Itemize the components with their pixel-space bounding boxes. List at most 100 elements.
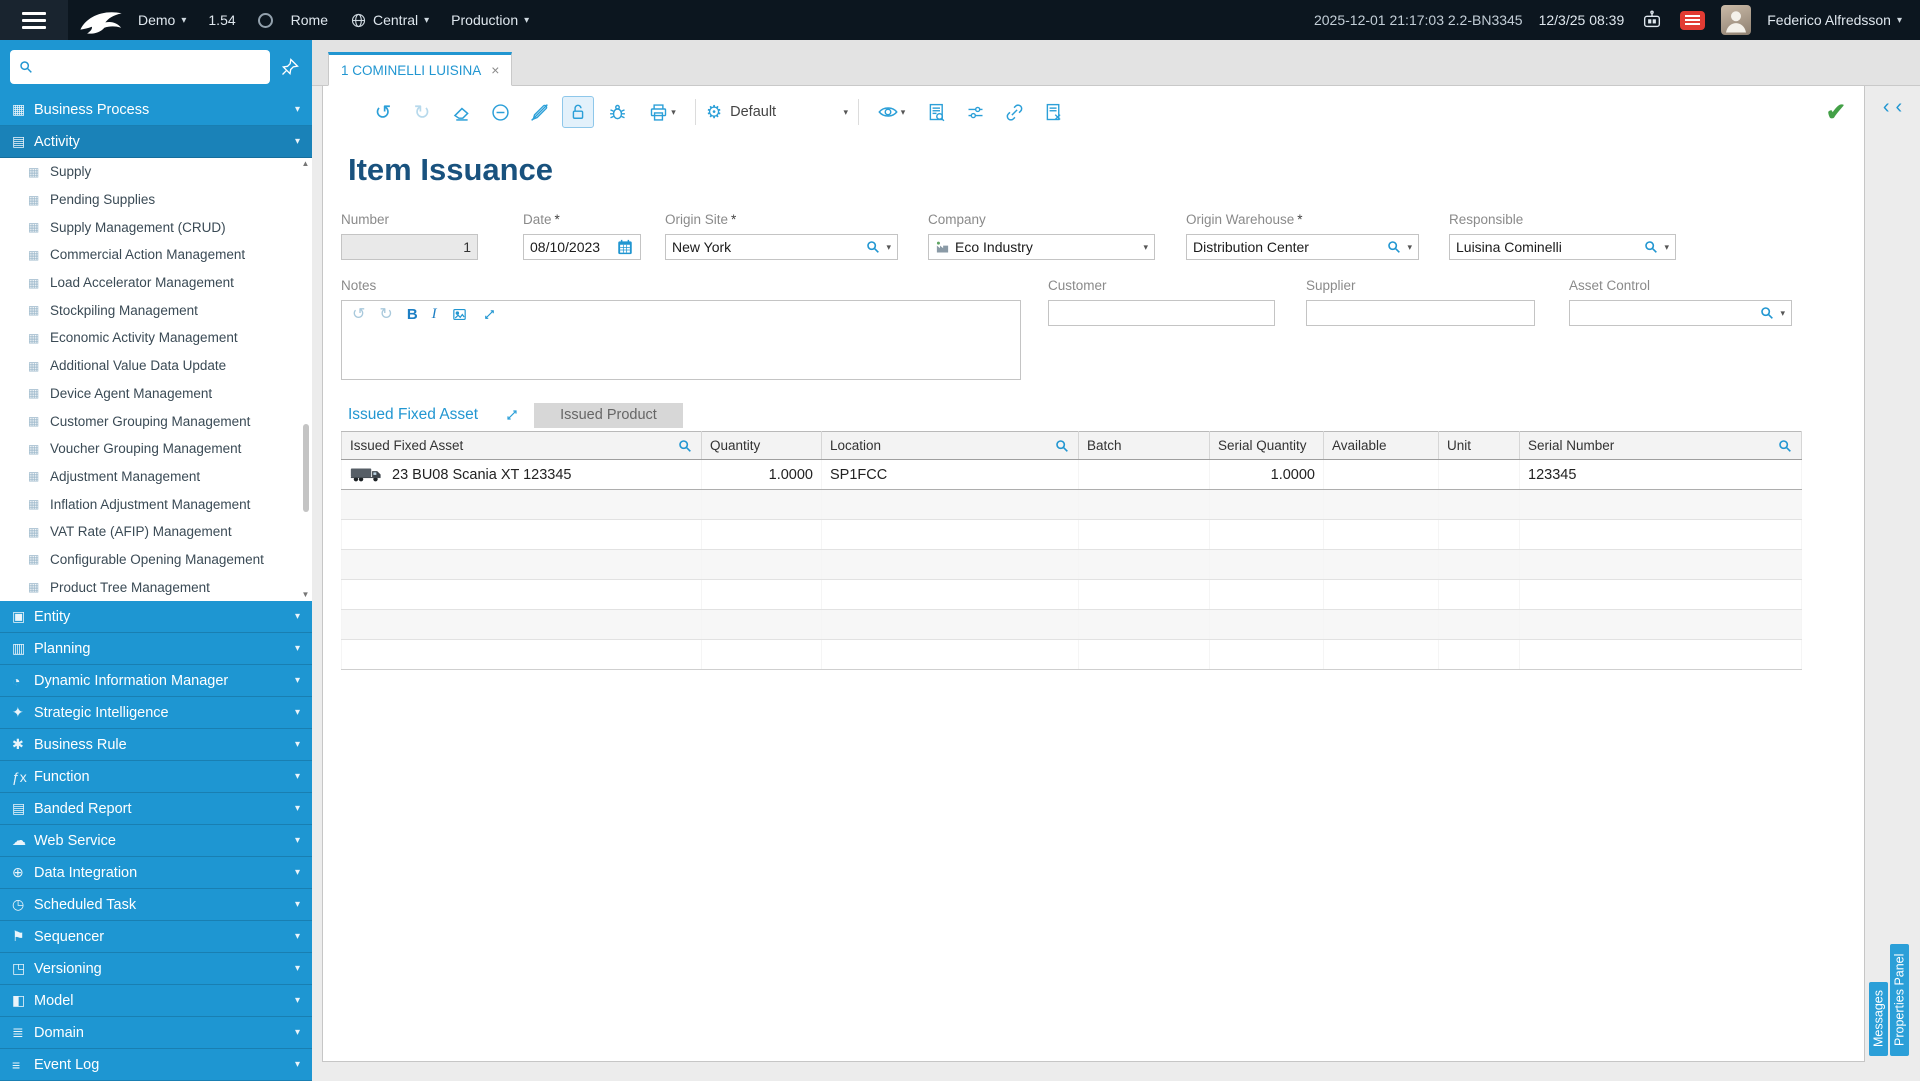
origin-site-input[interactable] [672,239,866,255]
layout-preset-dropdown[interactable]: ⚙ Default ▾ [706,102,848,123]
messages-panel-tab[interactable]: Messages [1869,982,1888,1056]
sidebar-item[interactable]: ◔ Dynamic Information Manager ▾ [0,665,312,697]
search-icon[interactable] [677,438,693,454]
link-icon[interactable] [998,96,1030,128]
scroll-down-icon[interactable]: ▼ [302,590,310,600]
responsible-lookup[interactable]: ▾ [1643,239,1669,255]
sidebar-item[interactable]: ▥ Planning ▾ [0,633,312,665]
submenu-scrollbar[interactable]: ▲ ▼ [300,159,311,600]
sidebar-item[interactable]: ◧ Model ▾ [0,985,312,1017]
submenu-item[interactable]: ▦ Economic Activity Management [0,324,312,352]
editor-redo-icon[interactable]: ↻ [379,304,392,324]
user-menu[interactable]: Federico Alfredsson ▾ [1767,12,1902,28]
sidebar-item[interactable]: ◷ Scheduled Task ▾ [0,889,312,921]
origin-site-lookup[interactable]: ▾ [865,239,891,255]
lock-open-icon[interactable] [562,96,594,128]
submenu-item[interactable]: ▦ Commercial Action Management [0,241,312,269]
pin-sidebar-icon[interactable] [276,53,304,81]
date-input[interactable] [530,239,616,255]
sidebar-item[interactable]: ≡ Event Log ▾ [0,1049,312,1081]
origin-warehouse-lookup[interactable]: ▾ [1386,239,1412,255]
sidebar-search-input[interactable] [40,59,262,75]
sidebar-item[interactable]: ✦ Strategic Intelligence ▾ [0,697,312,729]
redo-icon[interactable]: ↻ [406,96,438,128]
cell-batch[interactable] [1078,459,1210,490]
calendar-icon[interactable] [616,238,634,256]
sidebar-item[interactable]: ☁ Web Service ▾ [0,825,312,857]
sidebar-item[interactable]: ◳ Versioning ▾ [0,953,312,985]
asset-control-lookup[interactable]: ▾ [1759,305,1785,321]
sidebar-item[interactable]: ✱ Business Rule ▾ [0,729,312,761]
sidebar-item[interactable]: ƒx Function ▾ [0,761,312,793]
print-icon[interactable]: ▾ [640,96,684,128]
bold-icon[interactable]: B [407,306,418,323]
submenu-item[interactable]: ▦ Customer Grouping Management [0,407,312,435]
cell-available[interactable] [1323,459,1439,490]
cell-quantity[interactable]: 1.0000 [701,459,822,490]
no-edit-icon[interactable] [523,96,555,128]
submenu-item[interactable]: ▦ Supply [0,158,312,186]
submenu-item[interactable]: ▦ Load Accelerator Management [0,269,312,297]
print-preview-icon[interactable] [920,96,952,128]
sidebar-item[interactable]: ⚑ Sequencer ▾ [0,921,312,953]
debug-icon[interactable] [601,96,633,128]
submenu-item[interactable]: ▦ Supply Management (CRUD) [0,213,312,241]
submenu-item[interactable]: ▦ Stockpiling Management [0,296,312,324]
asset-control-input[interactable] [1576,305,1760,321]
submenu-item[interactable]: ▦ Inflation Adjustment Management [0,490,312,518]
confirm-check-icon[interactable]: ✔ [1826,98,1846,127]
region-dropdown[interactable]: Central ▾ [350,12,429,29]
search-icon[interactable] [1054,438,1070,454]
cell-issued-fixed-asset[interactable]: 23 BU08 Scania XT 123345 [341,459,702,490]
sidebar-item[interactable]: ⊕ Data Integration ▾ [0,857,312,889]
customer-input[interactable] [1055,305,1268,321]
sliders-icon[interactable] [959,96,991,128]
submenu-item[interactable]: ▦ Device Agent Management [0,380,312,408]
submenu-item[interactable]: ▦ Configurable Opening Management [0,546,312,574]
responsible-input[interactable] [1456,239,1644,255]
sidebar-item-activity[interactable]: ▤ Activity ▾ [0,126,312,158]
italic-icon[interactable]: I [432,306,437,323]
sidebar-item[interactable]: ≣ Domain ▾ [0,1017,312,1049]
submenu-scrollbar-thumb[interactable] [303,423,309,512]
expand-grid-icon[interactable] [504,407,520,423]
undo-icon[interactable]: ↺ [367,96,399,128]
grid-row[interactable]: 23 BU08 Scania XT 123345 1.0000 SP1FCC 1… [341,459,1802,490]
cell-serial-number[interactable]: 123345 [1519,459,1802,490]
origin-warehouse-input[interactable] [1193,239,1387,255]
submenu-item[interactable]: ▦ Product Tree Management [0,573,312,601]
expand-editor-icon[interactable] [482,307,497,322]
notes-input[interactable] [342,327,1020,379]
sidebar-item[interactable]: ▤ Banded Report ▾ [0,793,312,825]
remove-document-icon[interactable] [1037,96,1069,128]
user-avatar[interactable] [1721,5,1752,35]
cell-serial-quantity[interactable]: 1.0000 [1209,459,1324,490]
mode-dropdown[interactable]: Production ▾ [451,12,529,28]
scroll-up-icon[interactable]: ▲ [302,159,310,169]
submenu-item[interactable]: ▦ Voucher Grouping Management [0,435,312,463]
collapse-properties-panel-icon[interactable]: ‹ [1896,97,1903,117]
properties-panel-tab[interactable]: Properties Panel [1890,944,1909,1056]
submenu-item[interactable]: ▦ Additional Value Data Update [0,352,312,380]
document-tab[interactable]: 1 COMINELLI LUISINA × [328,52,513,86]
close-tab-icon[interactable]: × [491,62,499,78]
alerts-icon[interactable] [1680,10,1706,30]
search-icon[interactable] [1777,438,1793,454]
company-select[interactable]: Eco Industry ▾ [928,234,1155,260]
submenu-item[interactable]: ▦ Pending Supplies [0,186,312,214]
cell-unit[interactable] [1438,459,1520,490]
eraser-icon[interactable] [445,96,477,128]
view-options-icon[interactable]: ▾ [869,96,913,128]
submenu-item[interactable]: ▦ Adjustment Management [0,463,312,491]
sidebar-item-business-process[interactable]: ▦ Business Process ▾ [0,94,312,126]
cell-location[interactable]: SP1FCC [821,459,1079,490]
menu-toggle-button[interactable] [0,0,68,40]
supplier-input[interactable] [1313,305,1528,321]
environment-dropdown[interactable]: Demo ▾ [138,12,186,28]
submenu-item[interactable]: ▦ VAT Rate (AFIP) Management [0,518,312,546]
editor-undo-icon[interactable]: ↺ [352,304,365,324]
tab-issued-fixed-asset[interactable]: Issued Fixed Asset [341,406,478,424]
insert-image-icon[interactable] [451,306,468,323]
sidebar-item[interactable]: ▣ Entity ▾ [0,601,312,633]
collapse-messages-panel-icon[interactable]: ‹ [1883,97,1890,117]
